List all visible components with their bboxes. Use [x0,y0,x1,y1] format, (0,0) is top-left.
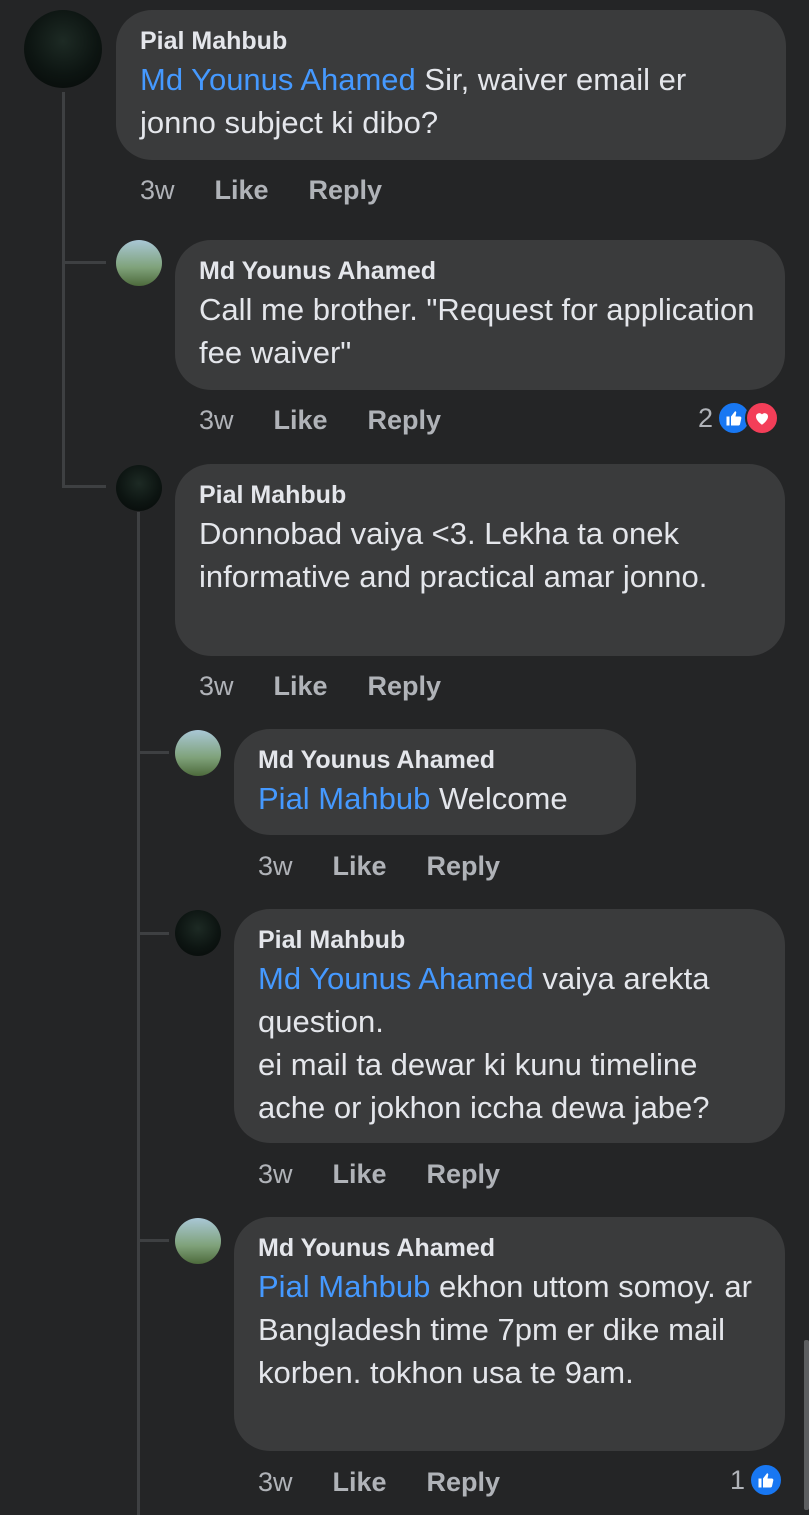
reaction-count: 1 [730,1464,746,1495]
comment-actions: 3w Like Reply [199,666,441,706]
mention-link[interactable]: Pial Mahbub [258,781,430,816]
comment-text-line: ei mail ta dewar ki kunu timeline ache o… [258,1047,710,1125]
comment-bubble: Md Younus Ahamed Call me brother. "Reque… [175,240,785,390]
comment-author[interactable]: Md Younus Ahamed [199,254,761,288]
comment-actions: 3w Like Reply [258,1462,500,1502]
comment-actions: 3w Like Reply [258,846,500,886]
thread-branch [137,1239,169,1242]
timestamp[interactable]: 3w [199,405,234,436]
avatar[interactable] [175,1218,221,1264]
comment-text: Md Younus Ahamed vaiya arekta question. [258,961,710,1039]
avatar[interactable] [175,730,221,776]
comment-bubble: Pial Mahbub Donnobad vaiya <3. Lekha ta … [175,464,785,656]
timestamp[interactable]: 3w [199,671,234,702]
comment-bubble: Pial Mahbub Md Younus Ahamed Sir, waiver… [116,10,786,160]
avatar[interactable] [24,10,102,88]
comment-actions: 3w Like Reply [199,400,441,440]
timestamp[interactable]: 3w [258,1159,293,1190]
timestamp[interactable]: 3w [258,851,293,882]
comment-text: Md Younus Ahamed Sir, waiver email er jo… [140,62,687,140]
thumbs-up-icon [749,1463,784,1497]
mention-link[interactable]: Md Younus Ahamed [258,961,534,996]
like-button[interactable]: Like [333,1467,387,1498]
mention-link[interactable]: Pial Mahbub [258,1269,430,1304]
reply-button[interactable]: Reply [427,1467,501,1498]
comment-author[interactable]: Md Younus Ahamed [258,743,612,777]
timestamp[interactable]: 3w [140,175,175,206]
like-button[interactable]: Like [333,1159,387,1190]
reply-button[interactable]: Reply [368,671,442,702]
like-button[interactable]: Like [333,851,387,882]
comment-bubble: Pial Mahbub Md Younus Ahamed vaiya arekt… [234,909,785,1143]
thread-branch [137,932,169,935]
comment-author[interactable]: Pial Mahbub [140,24,762,58]
reply-button[interactable]: Reply [309,175,383,206]
reaction-count: 2 [698,402,714,433]
comment-text: Donnobad vaiya <3. Lekha ta onek informa… [199,516,708,594]
reaction-summary[interactable]: 1 [730,1463,784,1497]
comment-author[interactable]: Pial Mahbub [199,478,761,512]
like-button[interactable]: Like [215,175,269,206]
comment-text: Call me brother. "Request for applicatio… [199,292,755,370]
comment-actions: 3w Like Reply [140,170,382,210]
heart-icon [745,401,780,435]
thread-line-nested [137,512,140,1515]
like-button[interactable]: Like [274,671,328,702]
thread-branch [137,751,169,754]
thread-branch [62,261,106,264]
thread-branch [62,485,106,488]
avatar[interactable] [116,240,162,286]
mention-link[interactable]: Md Younus Ahamed [140,62,416,97]
comment-text: Pial Mahbub ekhon uttom somoy. ar Bangla… [258,1269,752,1390]
reaction-summary[interactable]: 2 [698,401,780,435]
timestamp[interactable]: 3w [258,1467,293,1498]
reply-button[interactable]: Reply [427,851,501,882]
comment-actions: 3w Like Reply [258,1154,500,1194]
scrollbar[interactable] [804,1340,809,1510]
avatar[interactable] [116,465,162,511]
reply-button[interactable]: Reply [427,1159,501,1190]
thread-line-main [62,92,65,487]
reply-button[interactable]: Reply [368,405,442,436]
comment-text: Pial Mahbub Welcome [258,781,568,816]
comment-author[interactable]: Pial Mahbub [258,923,761,957]
comment-bubble: Md Younus Ahamed Pial Mahbub ekhon uttom… [234,1217,785,1451]
comment-author[interactable]: Md Younus Ahamed [258,1231,761,1265]
avatar[interactable] [175,910,221,956]
comment-bubble: Md Younus Ahamed Pial Mahbub Welcome [234,729,636,835]
like-button[interactable]: Like [274,405,328,436]
